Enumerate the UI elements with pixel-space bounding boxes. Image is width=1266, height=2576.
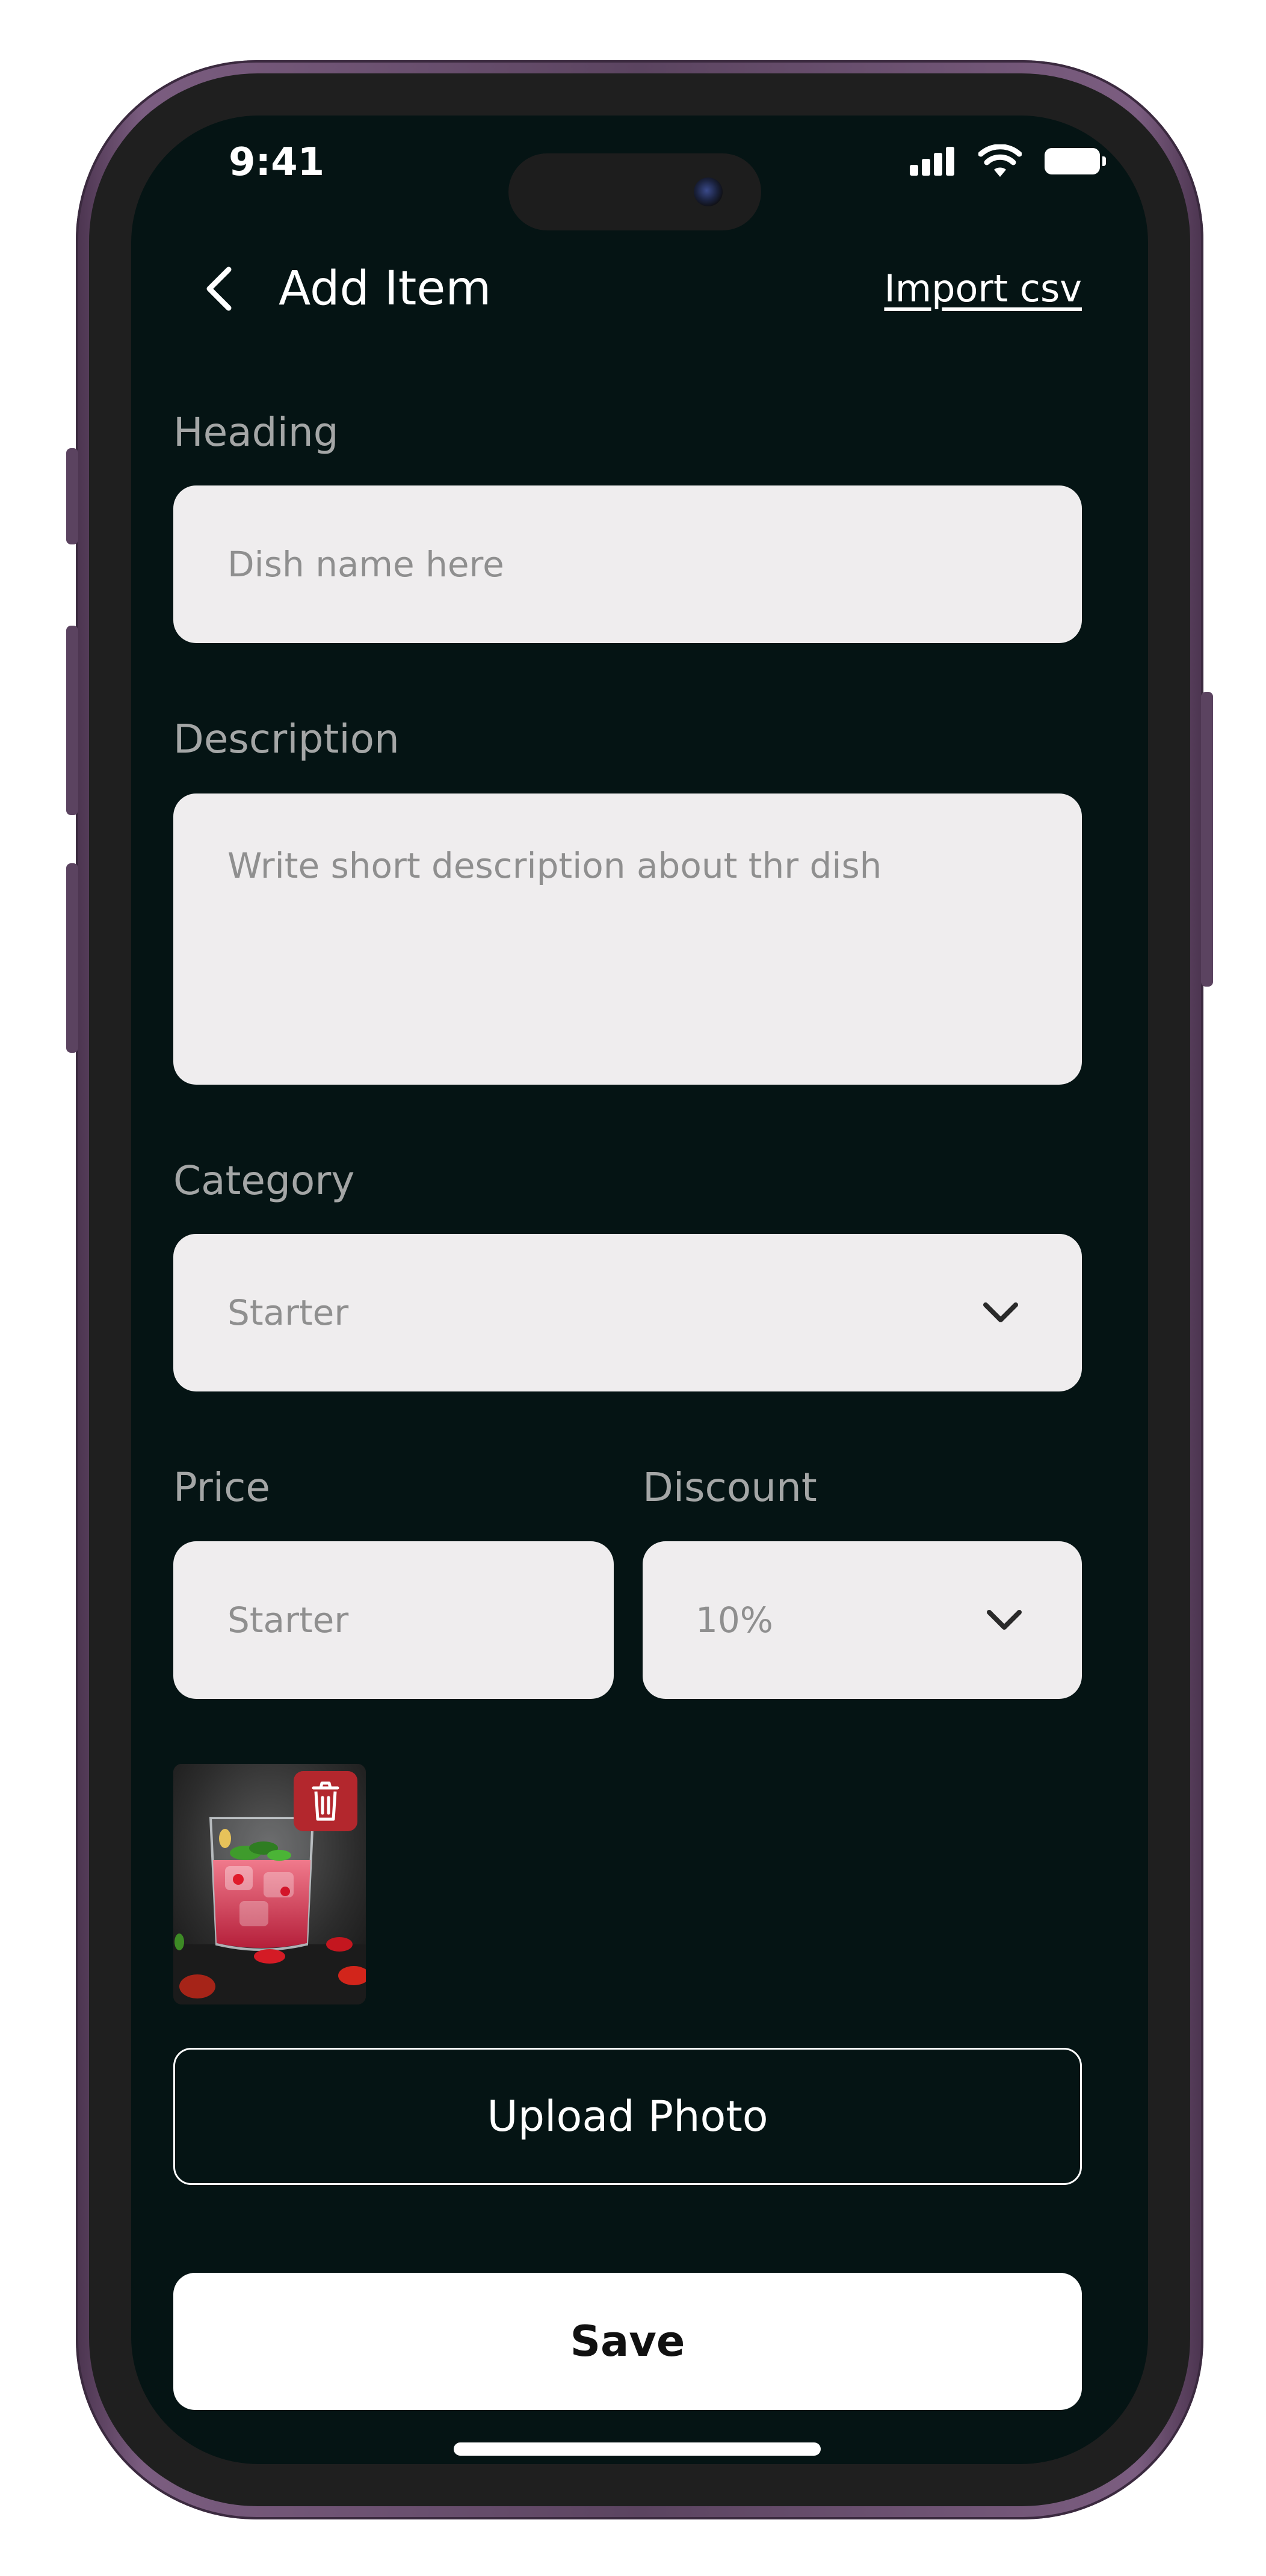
import-csv-link[interactable]: Import csv [884,253,1082,325]
discount-selected-value: 10% [696,1600,773,1641]
chevron-down-icon [983,1302,1018,1322]
dynamic-island [508,153,761,230]
action-button [66,448,78,544]
category-selected-value: Starter [227,1292,349,1333]
price-label: Price [173,1464,271,1511]
status-time: 9:41 [229,140,325,185]
power-button [1201,692,1213,987]
discount-label: Discount [643,1464,817,1511]
status-icons [907,140,1106,182]
volume-down-button [66,863,78,1053]
app-screen: 9:41 Add Item Import csv Heading Dish na… [131,116,1148,2464]
volume-up-button [66,626,78,815]
home-indicator [454,2442,821,2456]
uploaded-photo-thumbnail[interactable] [173,1764,366,2004]
heading-input[interactable]: Dish name here [173,485,1082,643]
top-bar: Add Item Import csv [131,253,1148,325]
description-label: Description [173,716,400,762]
wifi-icon [978,144,1022,177]
signal-icon [907,140,956,182]
chevron-down-icon [987,1610,1022,1630]
category-label: Category [173,1157,355,1204]
heading-label: Heading [173,409,339,455]
category-select[interactable]: Starter [173,1234,1082,1391]
price-input[interactable]: Starter [173,1541,614,1699]
chevron-left-icon[interactable] [191,259,252,319]
description-textarea[interactable]: Write short description about thr dish [173,793,1082,1085]
discount-select[interactable]: 10% [643,1541,1082,1699]
heading-placeholder: Dish name here [227,544,504,585]
upload-photo-button[interactable]: Upload Photo [173,2048,1082,2185]
trash-icon [312,1781,339,1821]
price-placeholder: Starter [227,1600,349,1641]
save-button[interactable]: Save [173,2273,1082,2410]
battery-icon [1045,148,1106,174]
page-title: Add Item [279,262,492,316]
delete-photo-button[interactable] [294,1771,357,1831]
front-camera [694,177,723,206]
description-placeholder: Write short description about thr dish [227,845,882,886]
